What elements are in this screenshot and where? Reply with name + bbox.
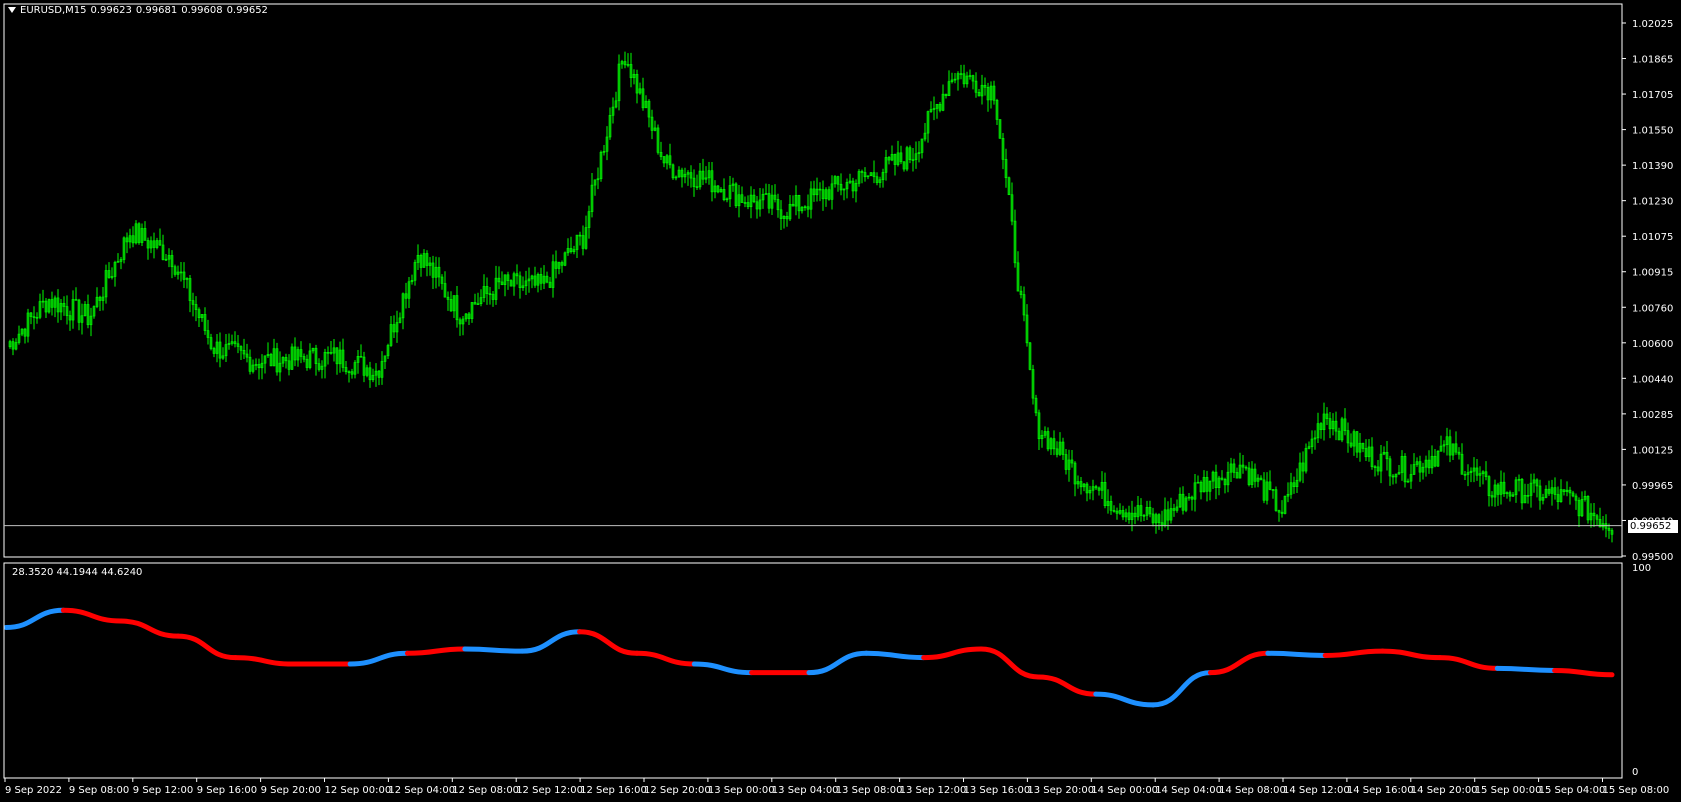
price-axis-label: 1.01705 xyxy=(1632,90,1673,101)
indicator-segment xyxy=(175,633,238,661)
time-axis-label: 13 Sep 20:00 xyxy=(1027,785,1094,796)
symbol-label: EURUSD,M15 xyxy=(20,5,87,16)
price-panel-border xyxy=(3,3,1623,558)
time-axis-label: 12 Sep 12:00 xyxy=(516,785,583,796)
time-axis-label: 15 Sep 00:00 xyxy=(1475,785,1542,796)
price-axis-label: 1.00440 xyxy=(1632,374,1673,385)
price-axis-label: 1.01390 xyxy=(1632,161,1673,172)
price-axis-label: 1.02025 xyxy=(1632,19,1673,30)
time-axis-label: 15 Sep 08:00 xyxy=(1603,785,1670,796)
price-axis-label: 1.00915 xyxy=(1632,268,1673,279)
indicator-segment xyxy=(118,618,181,639)
indicator-segment xyxy=(1265,650,1328,658)
indicator-segment xyxy=(1150,670,1213,708)
indicator-segment xyxy=(1035,674,1099,697)
time-axis-label: 9 Sep 16:00 xyxy=(197,785,257,796)
time-axis-label: 13 Sep 08:00 xyxy=(836,785,903,796)
price-axis-label: 0.99965 xyxy=(1632,481,1673,492)
time-axis-label: 14 Sep 12:00 xyxy=(1283,785,1350,796)
close-value: 0.99652 xyxy=(226,5,268,16)
indicator-segment xyxy=(60,607,124,624)
indicator-segment xyxy=(577,629,640,656)
time-axis-label: 14 Sep 20:00 xyxy=(1411,785,1478,796)
indicator-header: 28.3520 44.1944 44.6240 xyxy=(12,567,143,578)
time-axis-label: 12 Sep 00:00 xyxy=(325,785,392,796)
indicator-segment xyxy=(921,646,984,661)
time-axis-label: 9 Sep 2022 xyxy=(5,785,62,796)
indicator-scale-min: 0 xyxy=(1632,767,1638,778)
indicator-segment xyxy=(978,646,1041,680)
axes: 1.02025 1.01865 1.01705 1.01550 1.01390 1.012… xyxy=(3,3,1673,796)
time-axis-label: 13 Sep 16:00 xyxy=(964,785,1031,796)
price-axis-label: 1.01230 xyxy=(1632,197,1673,208)
time-axis-label: 14 Sep 08:00 xyxy=(1219,785,1286,796)
indicator-segment xyxy=(1494,665,1558,673)
time-axis-label: 13 Sep 04:00 xyxy=(772,785,839,796)
time-axis-label: 14 Sep 16:00 xyxy=(1347,785,1414,796)
indicator-line xyxy=(3,607,1615,708)
price-axis-label: 1.01865 xyxy=(1632,55,1673,66)
low-value: 0.99608 xyxy=(181,5,223,16)
current-price-label: 0.99652 xyxy=(1628,519,1678,533)
price-candles xyxy=(8,51,1614,543)
time-axis-label: 13 Sep 12:00 xyxy=(900,785,967,796)
indicator-segment xyxy=(1208,650,1271,676)
price-axis-label: 1.00760 xyxy=(1632,303,1673,314)
indicator-segment xyxy=(232,655,296,667)
time-axis-label: 9 Sep 08:00 xyxy=(69,785,129,796)
open-value: 0.99623 xyxy=(90,5,132,16)
indicator-segment xyxy=(1093,691,1156,708)
indicator-segment xyxy=(1552,668,1615,678)
price-axis-label: 0.99500 xyxy=(1632,552,1673,563)
price-header: EURUSD,M15 0.99623 0.99681 0.99608 0.99652 xyxy=(8,5,272,16)
price-axis-label: 1.01550 xyxy=(1632,126,1673,137)
price-axis-label: 1.00600 xyxy=(1632,339,1673,350)
indicator-segment xyxy=(462,646,525,654)
price-axis-label: 1.00125 xyxy=(1632,445,1673,456)
time-axis-label: 12 Sep 08:00 xyxy=(452,785,519,796)
indicator-segment xyxy=(634,650,697,667)
indicator-segment xyxy=(1322,648,1386,658)
chart-canvas[interactable]: 1.02025 1.01865 1.01705 1.01550 1.01390 1.012… xyxy=(0,0,1681,802)
time-axis-label: 9 Sep 12:00 xyxy=(133,785,193,796)
chart-window: 1.02025 1.01865 1.01705 1.01550 1.01390 1.012… xyxy=(0,0,1681,802)
time-axis-label: 12 Sep 04:00 xyxy=(388,785,455,796)
indicator-segment xyxy=(1437,655,1500,671)
indicator-segment xyxy=(691,661,755,676)
indicator-segment xyxy=(347,650,410,667)
time-axis-label: 12 Sep 16:00 xyxy=(580,785,647,796)
indicator-segment xyxy=(519,629,583,654)
price-axis-label: 1.01075 xyxy=(1632,232,1673,243)
indicator-segment xyxy=(405,646,468,656)
indicator-segment xyxy=(3,607,66,630)
indicator-segment xyxy=(863,650,927,661)
indicator-scale-max: 100 xyxy=(1632,563,1651,574)
triangle-down-icon[interactable] xyxy=(8,7,16,13)
time-axis-label: 14 Sep 04:00 xyxy=(1155,785,1222,796)
price-axis-label: 1.00285 xyxy=(1632,410,1673,421)
time-axis-label: 15 Sep 04:00 xyxy=(1539,785,1606,796)
indicator-segment xyxy=(806,650,869,676)
time-axis-label: 9 Sep 20:00 xyxy=(261,785,321,796)
time-axis-label: 14 Sep 00:00 xyxy=(1091,785,1158,796)
time-axis-label: 12 Sep 20:00 xyxy=(644,785,711,796)
high-value: 0.99681 xyxy=(135,5,178,16)
time-axis-label: 13 Sep 00:00 xyxy=(708,785,775,796)
indicator-segment xyxy=(1380,648,1443,661)
